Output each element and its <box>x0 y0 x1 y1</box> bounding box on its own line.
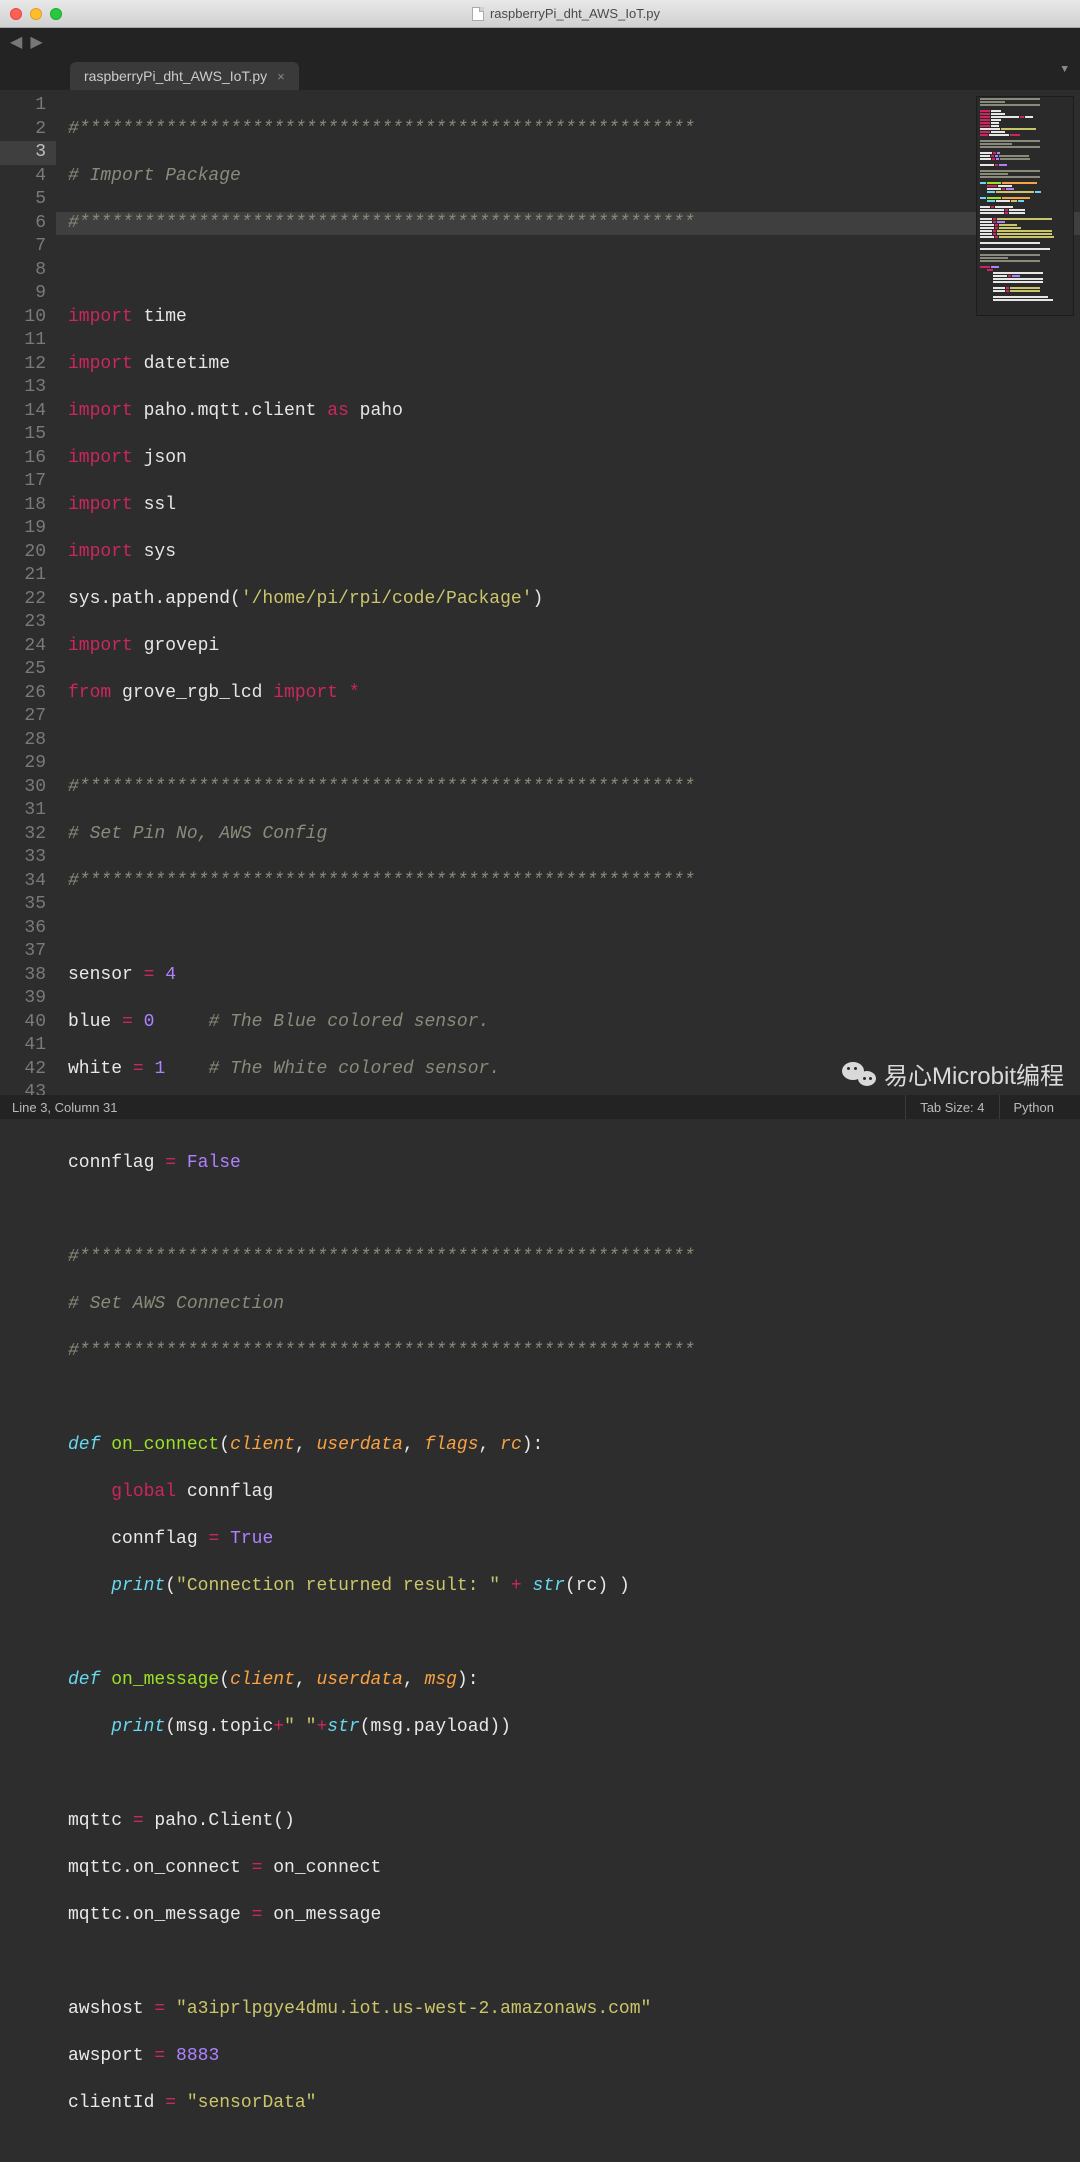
status-bar: Line 3, Column 31 Tab Size: 4 Python <box>0 1095 1080 1119</box>
window-title: raspberryPi_dht_AWS_IoT.py <box>490 6 660 21</box>
line-gutter: 12345 678910 1112131415 1617181920 21222… <box>0 90 56 1095</box>
window-maximize-button[interactable] <box>50 8 62 20</box>
tab-overflow-icon[interactable]: ▼ <box>1061 64 1068 76</box>
code-line: #***************************************… <box>68 213 695 233</box>
tab-bar: raspberryPi_dht_AWS_IoT.py × ▼ <box>0 56 1080 90</box>
nav-back-icon[interactable]: ◀ <box>10 32 22 52</box>
minimap[interactable] <box>976 96 1074 316</box>
status-position[interactable]: Line 3, Column 31 <box>12 1100 905 1115</box>
window-minimize-button[interactable] <box>30 8 42 20</box>
file-icon <box>472 7 484 21</box>
code-line: # Import Package <box>68 166 241 186</box>
code-line: #***************************************… <box>68 119 695 139</box>
watermark: 易心Microbit编程 <box>842 1056 1064 1091</box>
tab-file[interactable]: raspberryPi_dht_AWS_IoT.py × <box>70 62 299 90</box>
code-area[interactable]: #***************************************… <box>56 90 1080 1095</box>
nav-bar: ◀ ▶ <box>0 28 1080 56</box>
nav-forward-icon[interactable]: ▶ <box>30 32 42 52</box>
tab-close-icon[interactable]: × <box>277 69 285 84</box>
tab-label: raspberryPi_dht_AWS_IoT.py <box>84 68 267 84</box>
wechat-icon <box>842 1060 876 1088</box>
editor[interactable]: 12345 678910 1112131415 1617181920 21222… <box>0 90 1080 1095</box>
title-bar: raspberryPi_dht_AWS_IoT.py <box>0 0 1080 28</box>
window-close-button[interactable] <box>10 8 22 20</box>
status-syntax[interactable]: Python <box>999 1095 1068 1119</box>
watermark-text: 易心Microbit编程 <box>884 1056 1064 1091</box>
status-tab-size[interactable]: Tab Size: 4 <box>905 1095 998 1119</box>
